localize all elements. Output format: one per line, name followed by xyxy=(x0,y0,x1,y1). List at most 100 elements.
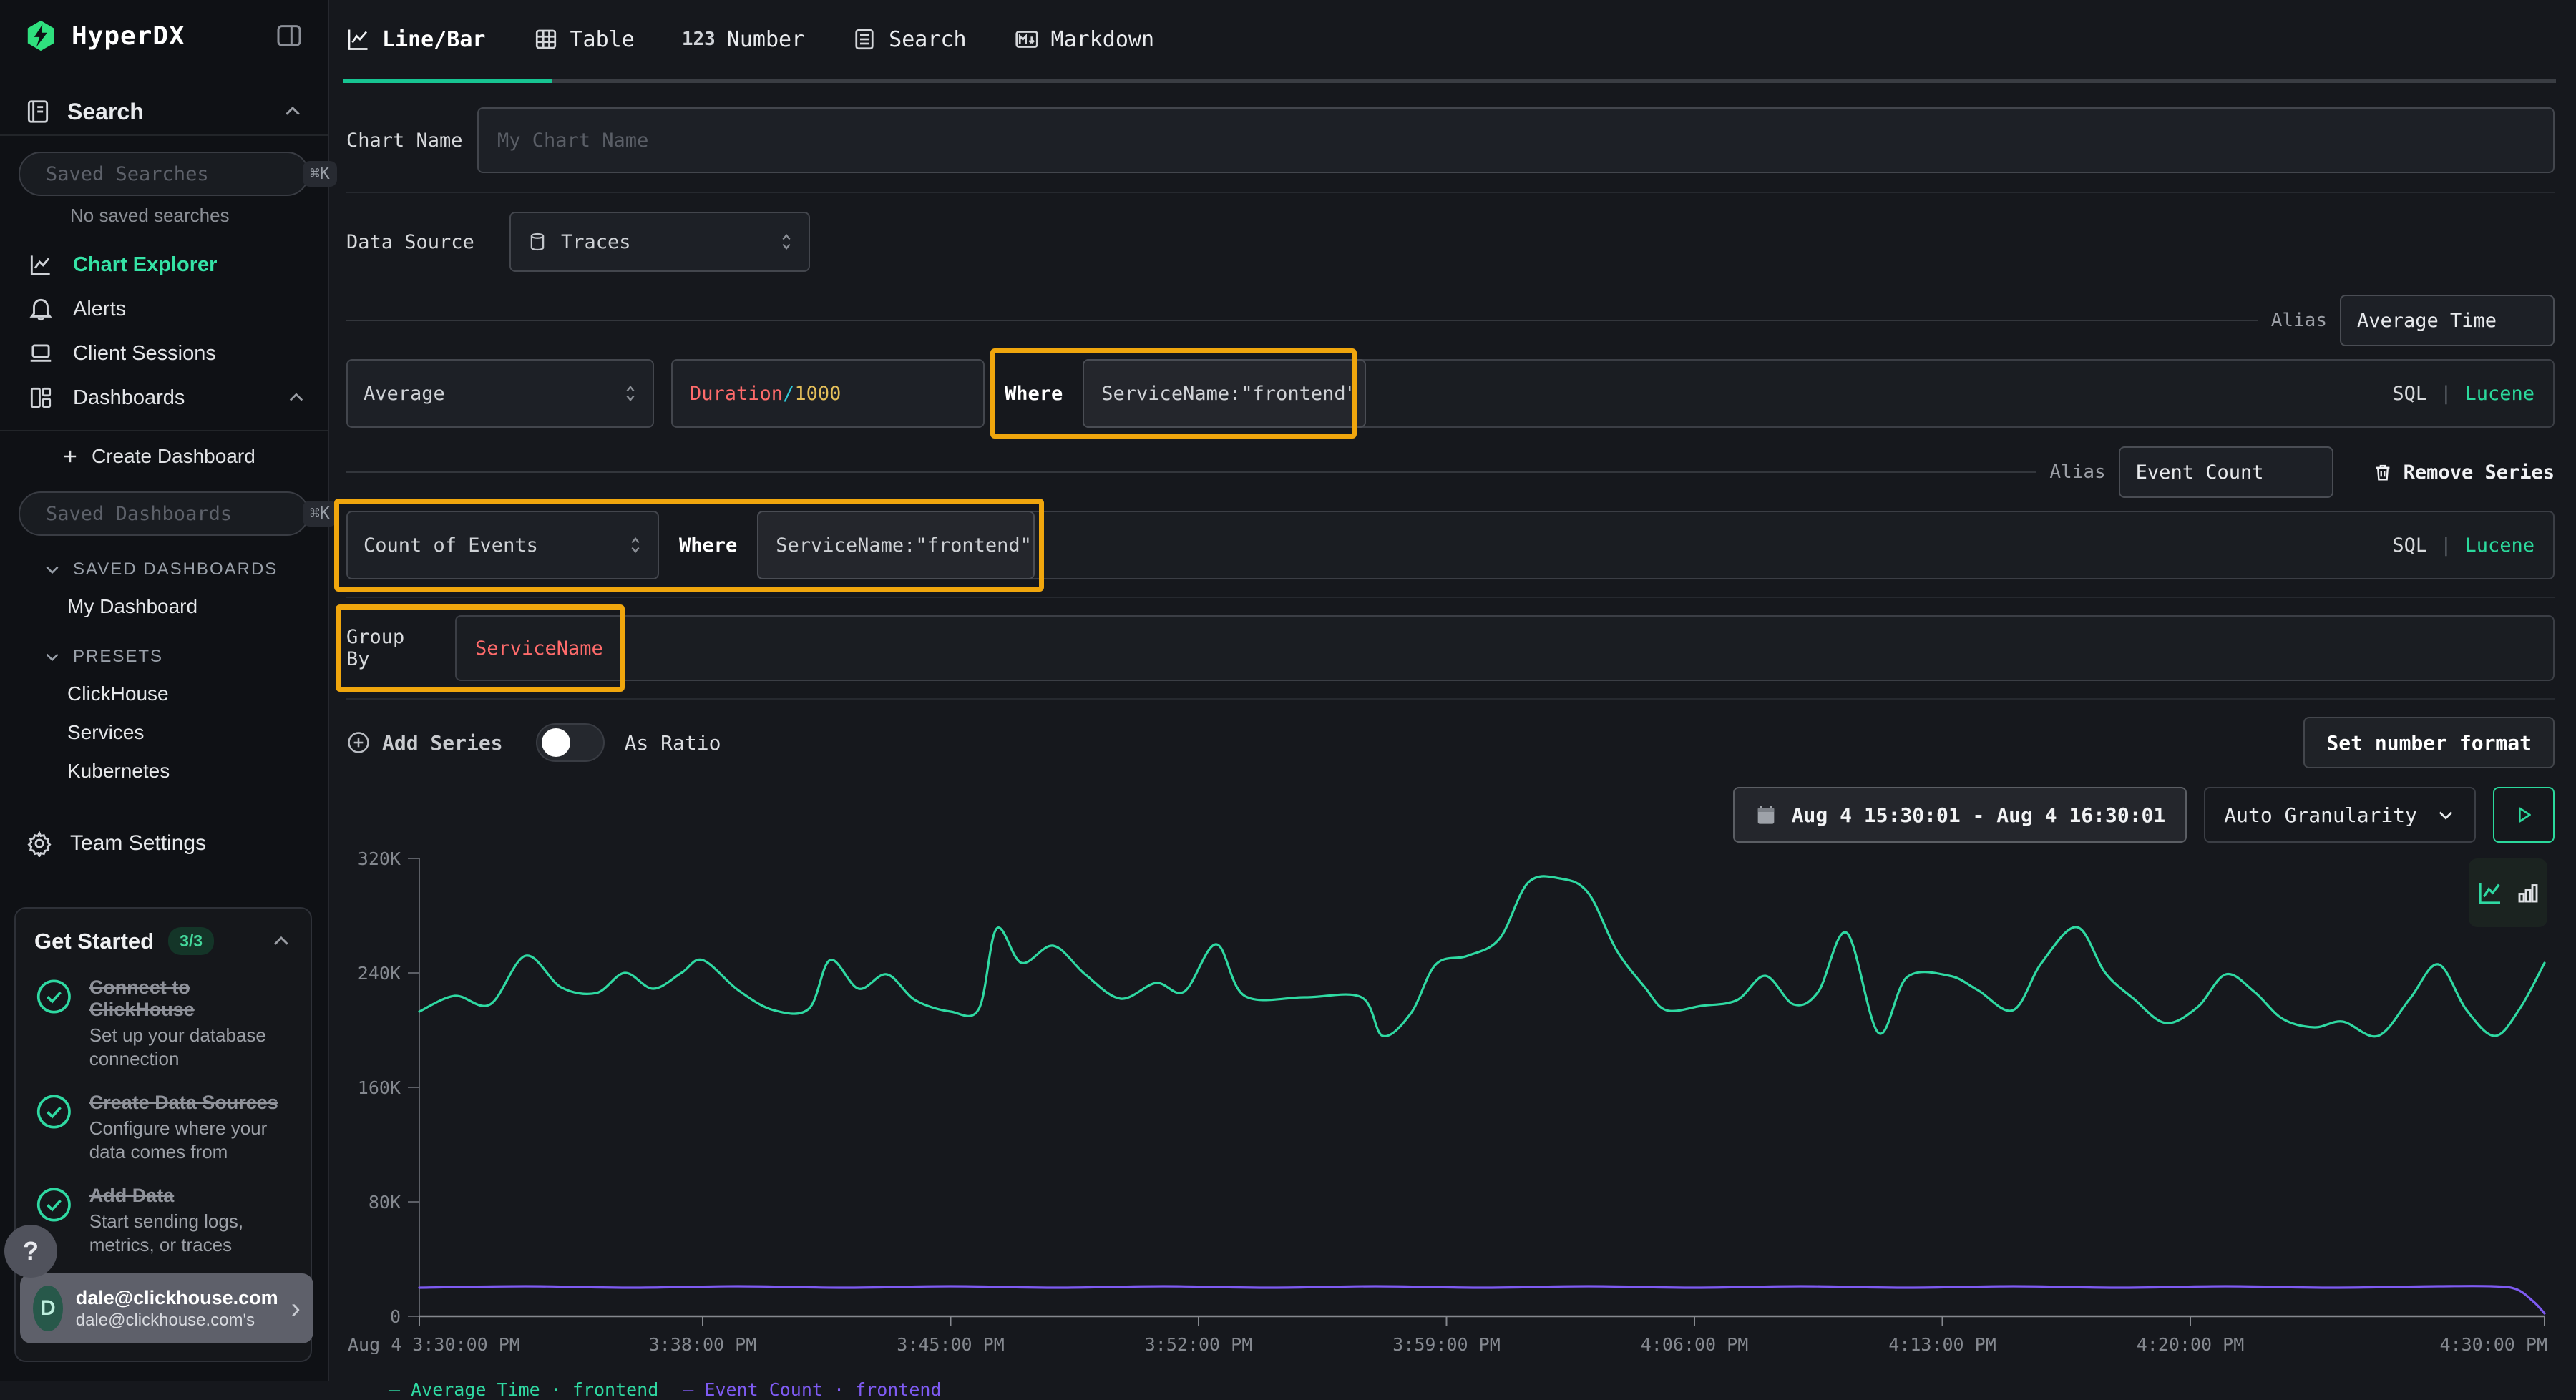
sidebar-item-client-sessions[interactable]: Client Sessions xyxy=(0,331,328,376)
lucene-toggle[interactable]: Lucene xyxy=(2464,383,2534,405)
sidebar-item-clickhouse[interactable]: ClickHouse xyxy=(0,675,328,713)
remove-series-button[interactable]: Remove Series xyxy=(2372,461,2555,484)
series-2-aggregation-select[interactable]: Count of Events xyxy=(346,511,659,579)
add-series-button[interactable]: Add Series xyxy=(346,730,503,755)
legend-item[interactable]: — Event Count · frontend xyxy=(683,1379,941,1400)
language-switch: SQL | Lucene xyxy=(2392,534,2534,557)
series-2-where-label: Where xyxy=(676,534,740,557)
create-dashboard-button[interactable]: Create Dashboard xyxy=(0,431,328,481)
group-by-input[interactable]: ServiceName xyxy=(455,615,2555,681)
granularity-select[interactable]: Auto Granularity xyxy=(2204,787,2476,843)
app-title: HyperDX xyxy=(72,21,185,51)
chevron-up-icon[interactable] xyxy=(270,931,292,952)
group-saved-dashboards[interactable]: SAVED DASHBOARDS xyxy=(0,552,328,587)
divider xyxy=(0,134,328,136)
alias-row-2: Alias Event Count Remove Series xyxy=(346,446,2555,498)
get-started-item-desc: Configure where your data comes from xyxy=(89,1117,292,1163)
series-1-where-input[interactable]: ServiceName:"frontend" xyxy=(1083,359,1366,428)
line-bar-chart-icon xyxy=(345,26,371,52)
tab-label: Line/Bar xyxy=(382,27,486,52)
check-circle-icon xyxy=(34,976,74,1017)
language-switch: SQL | Lucene xyxy=(2392,383,2534,405)
get-started-item[interactable]: Create Data Sources Configure where your… xyxy=(34,1092,292,1163)
alias-label: Alias xyxy=(2271,310,2327,331)
sql-toggle[interactable]: SQL xyxy=(2392,383,2427,405)
avatar: D xyxy=(33,1286,63,1331)
sidebar: HyperDX Search ⌘K No saved searches Char… xyxy=(0,0,329,1381)
saved-dashboards-input[interactable]: ⌘K xyxy=(19,491,309,536)
check-circle-icon xyxy=(34,1185,74,1225)
collapse-sidebar-icon[interactable] xyxy=(275,21,303,50)
laptop-icon xyxy=(27,340,54,367)
sidebar-item-dashboards[interactable]: Dashboards xyxy=(0,376,328,420)
alias-row-1: Alias Average Time xyxy=(346,295,2555,346)
main-content: Line/Bar Table 123 Number Search Markdow… xyxy=(331,0,2576,1381)
team-settings-label: Team Settings xyxy=(70,831,206,856)
tab-search[interactable]: Search xyxy=(852,26,966,52)
series-1-where-container: ServiceName:"frontend" SQL | Lucene xyxy=(1083,359,2555,428)
data-source-select[interactable]: Traces xyxy=(509,212,810,272)
divider xyxy=(346,471,2036,473)
active-tab-indicator xyxy=(343,79,552,83)
chevron-up-icon xyxy=(282,101,303,122)
group-presets[interactable]: PRESETS xyxy=(0,639,328,675)
lucene-toggle[interactable]: Lucene xyxy=(2464,534,2534,557)
chart-area: 080K160K240K320KAug 4 3:30:00 PM3:38:00 … xyxy=(346,848,2555,1400)
series-actions-row: Add Series As Ratio Set number format xyxy=(346,717,2555,768)
legend-item[interactable]: — Average Time · frontend xyxy=(389,1379,658,1400)
series-1-field-input[interactable]: Duration/1000 xyxy=(671,359,985,428)
get-started-item-title: Connect to ClickHouse xyxy=(89,976,290,1021)
series-1-aggregation-select[interactable]: Average xyxy=(346,359,654,428)
as-ratio-label: As Ratio xyxy=(625,731,721,755)
sidebar-item-chart-explorer[interactable]: Chart Explorer xyxy=(0,243,328,287)
chart-name-input[interactable] xyxy=(497,129,2534,152)
chevron-down-icon xyxy=(2436,805,2456,825)
chart-legend: — Average Time · frontend — Event Count ·… xyxy=(346,1379,2555,1400)
help-button[interactable]: ? xyxy=(4,1225,57,1278)
no-saved-searches-text: No saved searches xyxy=(70,205,328,227)
sidebar-section-search[interactable]: Search xyxy=(0,89,328,134)
list-document-icon xyxy=(852,26,877,52)
saved-searches-input[interactable]: ⌘K xyxy=(19,152,309,196)
tab-number[interactable]: 123 Number xyxy=(682,27,804,52)
tab-label: Number xyxy=(727,27,804,52)
tab-table[interactable]: Table xyxy=(533,26,635,52)
saved-searches-field[interactable] xyxy=(46,163,291,185)
sidebar-item-alerts[interactable]: Alerts xyxy=(0,287,328,331)
timeseries-plot[interactable]: 080K160K240K320KAug 4 3:30:00 PM3:38:00 … xyxy=(346,848,2570,1378)
divider xyxy=(346,192,2555,193)
series-2-where-input[interactable]: ServiceName:"frontend" xyxy=(757,511,1035,579)
tab-markdown[interactable]: Markdown xyxy=(1014,26,1155,52)
saved-dashboards-field[interactable] xyxy=(46,503,291,525)
series-2-where-container: ServiceName:"frontend" SQL | Lucene xyxy=(757,511,2555,579)
operator-token: / xyxy=(783,383,794,405)
set-number-format-button[interactable]: Set number format xyxy=(2303,717,2555,768)
sidebar-search-label: Search xyxy=(67,99,144,125)
sql-toggle[interactable]: SQL xyxy=(2392,534,2427,557)
sidebar-item-label: Chart Explorer xyxy=(73,253,217,277)
series-2-alias-input[interactable]: Event Count xyxy=(2119,446,2333,498)
sidebar-item-kubernetes[interactable]: Kubernetes xyxy=(0,752,328,790)
get-started-item[interactable]: Add Data Start sending logs, metrics, or… xyxy=(34,1185,292,1256)
get-started-item-desc: Set up your database connection xyxy=(89,1024,292,1070)
svg-text:3:45:00 PM: 3:45:00 PM xyxy=(897,1334,1005,1355)
get-started-item[interactable]: Connect to ClickHouse Set up your databa… xyxy=(34,976,292,1070)
series-1-alias-input[interactable]: Average Time xyxy=(2340,295,2555,346)
user-menu[interactable]: D dale@clickhouse.com dale@clickhouse.co… xyxy=(20,1273,313,1343)
tab-line-bar[interactable]: Line/Bar xyxy=(345,26,486,52)
journal-icon xyxy=(24,98,52,125)
divider xyxy=(346,698,2555,700)
date-range-button[interactable]: Aug 4 15:30:01 - Aug 4 16:30:01 xyxy=(1733,787,2187,843)
chevron-down-icon xyxy=(43,560,62,579)
sidebar-item-my-dashboard[interactable]: My Dashboard xyxy=(0,587,328,626)
run-query-button[interactable] xyxy=(2493,787,2555,843)
plus-circle-icon xyxy=(346,730,371,755)
as-ratio-toggle[interactable] xyxy=(536,723,605,762)
chart-display-toggle[interactable] xyxy=(2469,858,2547,927)
granularity-value: Auto Granularity xyxy=(2224,803,2417,827)
plus-icon xyxy=(60,446,80,466)
sidebar-item-team-settings[interactable]: Team Settings xyxy=(0,821,328,866)
tab-label: Search xyxy=(889,27,966,52)
sidebar-item-services[interactable]: Services xyxy=(0,713,328,752)
bar-chart-icon xyxy=(2515,880,2541,906)
